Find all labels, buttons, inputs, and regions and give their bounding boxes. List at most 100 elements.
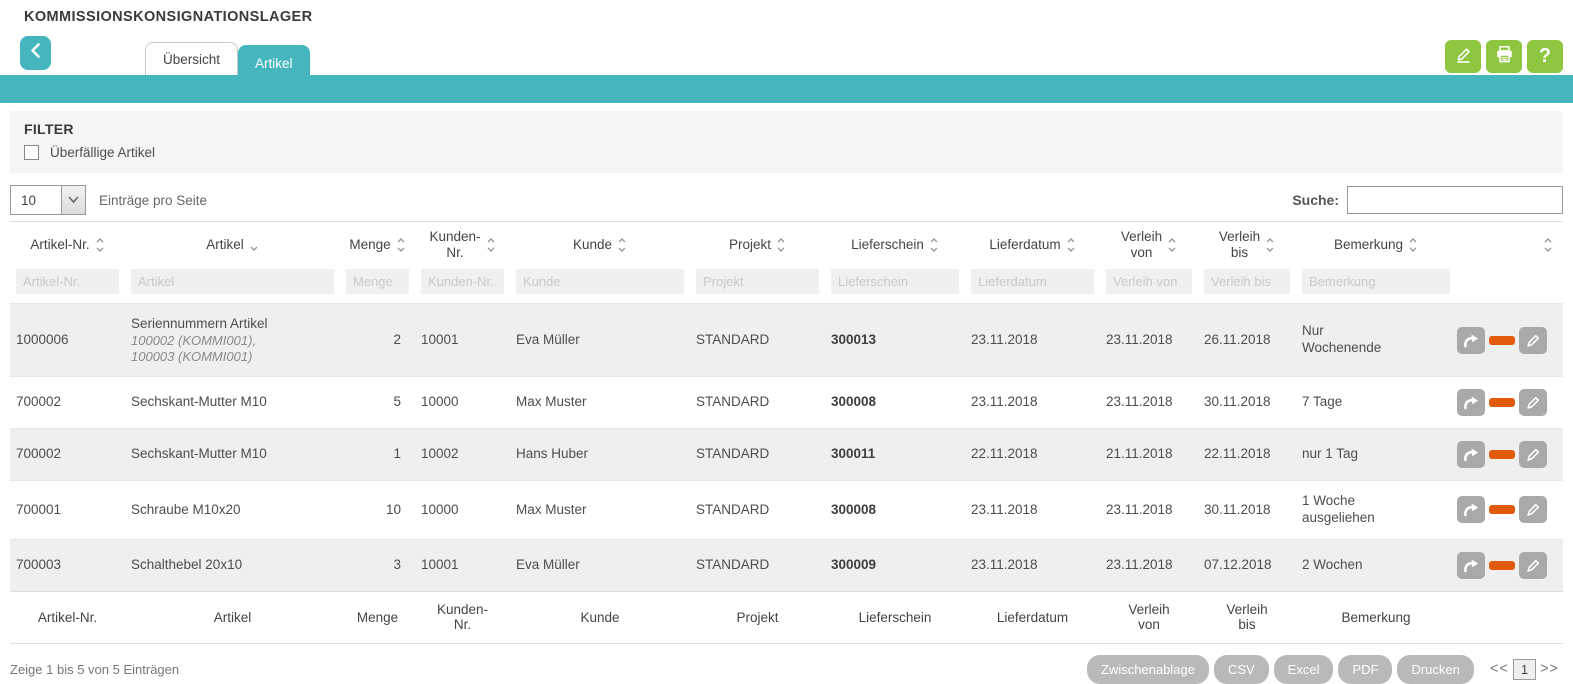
- sort-icon: [1265, 235, 1275, 255]
- column-header-lieferdatum[interactable]: Lieferdatum: [965, 222, 1100, 268]
- edit-pencil-icon[interactable]: [1519, 552, 1547, 579]
- return-arrow-icon[interactable]: [1457, 389, 1485, 416]
- cell-lieferdatum: 23.11.2018: [965, 304, 1100, 377]
- column-header-verleih_von[interactable]: Verleihvon: [1100, 222, 1198, 268]
- filter-input-verleih_bis[interactable]: [1204, 269, 1290, 294]
- export-button-excel[interactable]: Excel: [1274, 655, 1334, 684]
- column-header-verleih_bis[interactable]: Verleihbis: [1198, 222, 1296, 268]
- cell-artikel: Seriennummern Artikel100002 (KOMMI001),1…: [125, 304, 340, 377]
- cell-menge: 3: [340, 539, 415, 591]
- row-actions: [1462, 496, 1557, 523]
- edit-pencil-icon[interactable]: [1519, 389, 1547, 416]
- cell-bemerkung: 2 Wochen: [1296, 539, 1456, 591]
- filter-input-kunde[interactable]: [516, 269, 684, 294]
- cell-bemerkung: Nur Wochenende: [1296, 304, 1456, 377]
- column-header-bemerkung[interactable]: Bemerkung: [1296, 222, 1456, 268]
- remove-minus-icon[interactable]: [1489, 336, 1515, 345]
- return-arrow-icon[interactable]: [1457, 496, 1485, 523]
- edit-pencil-icon[interactable]: [1519, 441, 1547, 468]
- column-header-actions[interactable]: [1456, 222, 1563, 268]
- search-input[interactable]: [1347, 186, 1563, 214]
- column-header-artikel_nr[interactable]: Artikel-Nr.: [10, 222, 125, 268]
- remove-minus-icon[interactable]: [1489, 505, 1515, 514]
- column-header-kunde[interactable]: Kunde: [510, 222, 690, 268]
- column-header-artikel[interactable]: Artikel: [125, 222, 340, 268]
- export-button-drucken[interactable]: Drucken: [1397, 655, 1473, 684]
- search-label: Suche:: [1292, 192, 1339, 208]
- cell-menge: 1: [340, 429, 415, 481]
- filter-input-bemerkung[interactable]: [1302, 269, 1450, 294]
- filter-cell-lieferdatum: [965, 267, 1100, 304]
- header-row: Übersicht Artikel: [0, 31, 1573, 75]
- export-button-csv[interactable]: CSV: [1214, 655, 1269, 684]
- article-name: Schalthebel 20x10: [131, 557, 334, 574]
- page: KOMMISSIONSKONSIGNATIONSLAGER Übersicht …: [0, 0, 1573, 684]
- return-arrow-icon[interactable]: [1457, 441, 1485, 468]
- footer-column-actions: [1456, 591, 1563, 643]
- cell-projekt: STANDARD: [690, 481, 825, 540]
- sort-icon: [776, 235, 786, 255]
- column-label: Lieferschein: [851, 237, 924, 253]
- edit-pencil-icon[interactable]: [1519, 496, 1547, 523]
- cell-artikel: Schalthebel 20x10: [125, 539, 340, 591]
- cell-kunde: Hans Huber: [510, 429, 690, 481]
- print-button[interactable]: [1486, 40, 1522, 73]
- remove-minus-icon[interactable]: [1489, 398, 1515, 407]
- column-header-kunden_nr[interactable]: Kunden-Nr.: [415, 222, 510, 268]
- export-buttons: ZwischenablageCSVExcelPDFDrucken: [1082, 655, 1474, 684]
- cell-verleih_von: 23.11.2018: [1100, 539, 1198, 591]
- entries-info: Zeige 1 bis 5 von 5 Einträgen: [10, 662, 179, 677]
- overdue-checkbox[interactable]: [24, 145, 39, 160]
- pagination-page-1[interactable]: 1: [1513, 659, 1536, 680]
- cell-kunde: Eva Müller: [510, 539, 690, 591]
- chevron-left-icon: [29, 42, 42, 64]
- filter-cell-bemerkung: [1296, 267, 1456, 304]
- cell-lieferschein: 300008: [825, 481, 965, 540]
- filter-title: FILTER: [24, 121, 1549, 137]
- sort-icon: [1167, 235, 1177, 255]
- cell-artikel_nr: 700003: [10, 539, 125, 591]
- filter-input-verleih_von[interactable]: [1106, 269, 1192, 294]
- return-arrow-icon[interactable]: [1457, 552, 1485, 579]
- edit-button[interactable]: [1445, 40, 1481, 73]
- export-button-pdf[interactable]: PDF: [1338, 655, 1392, 684]
- cell-artikel_nr: 1000006: [10, 304, 125, 377]
- column-label: Lieferdatum: [989, 237, 1060, 253]
- return-arrow-icon[interactable]: [1457, 327, 1485, 354]
- filter-input-lieferschein[interactable]: [831, 269, 959, 294]
- remove-minus-icon[interactable]: [1489, 450, 1515, 459]
- filter-input-menge[interactable]: [346, 269, 409, 294]
- back-button[interactable]: [20, 36, 51, 70]
- column-header-menge[interactable]: Menge: [340, 222, 415, 268]
- filter-input-lieferdatum[interactable]: [971, 269, 1094, 294]
- footer-column-bemerkung: Bemerkung: [1296, 591, 1456, 643]
- tab-uebersicht[interactable]: Übersicht: [145, 42, 238, 75]
- column-label: Artikel: [206, 237, 244, 253]
- export-button-zwischenablage[interactable]: Zwischenablage: [1087, 655, 1209, 684]
- column-label: Bemerkung: [1334, 237, 1403, 253]
- sort-icon: [1408, 235, 1418, 255]
- filter-input-projekt[interactable]: [696, 269, 819, 294]
- remark-text: nur 1 Tag: [1302, 446, 1358, 463]
- remark-text: 7 Tage: [1302, 394, 1342, 411]
- filter-cell-projekt: [690, 267, 825, 304]
- filter-cell-menge: [340, 267, 415, 304]
- pagination-prev[interactable]: <<: [1490, 661, 1509, 677]
- column-header-lieferschein[interactable]: Lieferschein: [825, 222, 965, 268]
- edit-pencil-icon[interactable]: [1519, 327, 1547, 354]
- column-header-projekt[interactable]: Projekt: [690, 222, 825, 268]
- remark-text: 2 Wochen: [1302, 557, 1363, 574]
- filter-input-kunden_nr[interactable]: [421, 269, 504, 294]
- cell-lieferdatum: 23.11.2018: [965, 539, 1100, 591]
- filter-input-artikel_nr[interactable]: [16, 269, 119, 294]
- toolbar: ?: [1445, 40, 1563, 73]
- filter-input-artikel[interactable]: [131, 269, 334, 294]
- cell-artikel_nr: 700001: [10, 481, 125, 540]
- remove-minus-icon[interactable]: [1489, 561, 1515, 570]
- table-footer-bar: Zeige 1 bis 5 von 5 Einträgen Zwischenab…: [10, 655, 1563, 684]
- help-button[interactable]: ?: [1527, 40, 1563, 73]
- pagination-next[interactable]: >>: [1540, 661, 1559, 677]
- tab-artikel[interactable]: Artikel: [238, 45, 310, 80]
- footer-column-verleih_bis: Verleihbis: [1198, 591, 1296, 643]
- page-size-select[interactable]: 10: [10, 185, 86, 215]
